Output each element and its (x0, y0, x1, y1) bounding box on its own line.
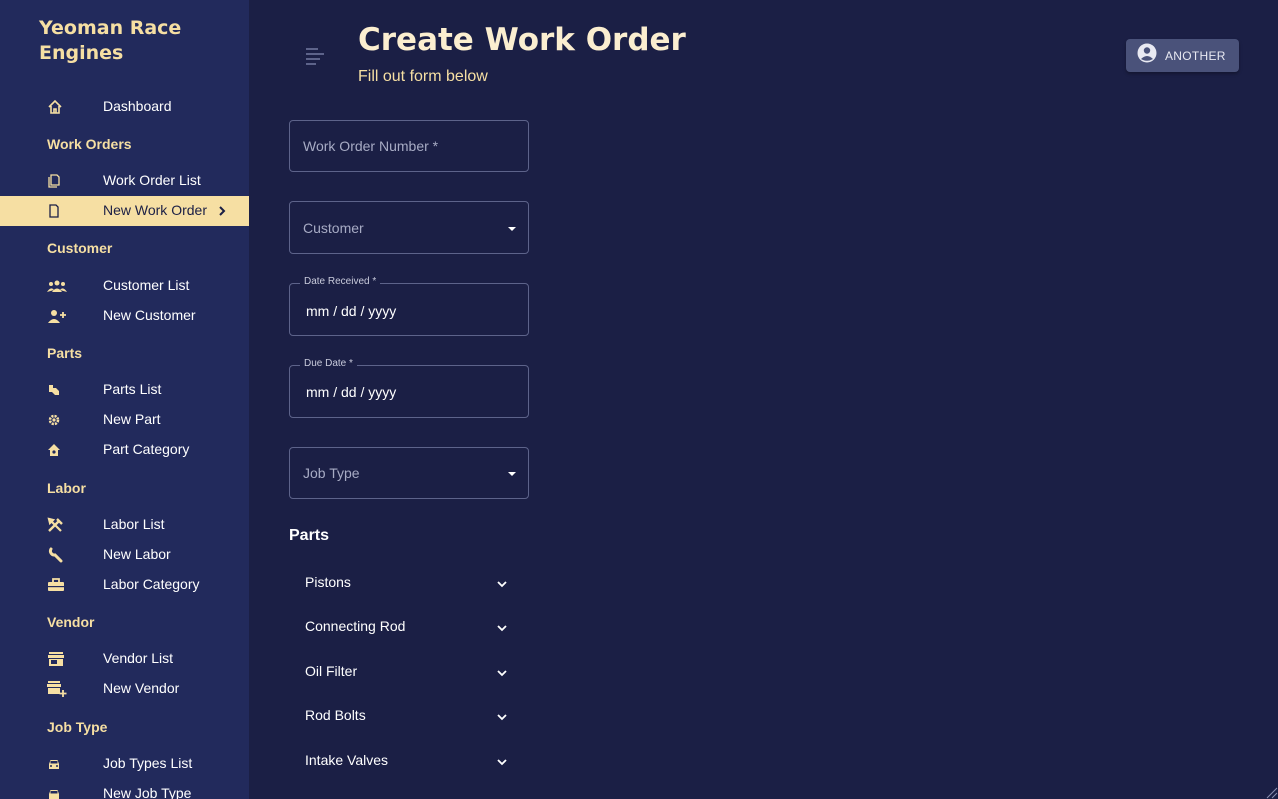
sidebar-item-new-job-type[interactable]: New Job Type (0, 779, 249, 799)
menu-icon (300, 48, 330, 74)
section-vendor: Vendor (47, 614, 95, 630)
parts-heading: Parts (289, 527, 330, 544)
due-date-input[interactable]: Due Date * mm / dd / yyyy (289, 358, 529, 418)
parts-accordion-item[interactable]: Pistons (289, 563, 529, 603)
tools-icon (47, 517, 67, 533)
page-title: Create Work Order (358, 22, 686, 58)
store-icon (47, 651, 67, 667)
documents-icon (47, 173, 67, 189)
account-circle-icon (1137, 43, 1157, 68)
section-work-orders: Work Orders (47, 136, 132, 152)
customer-placeholder: Customer (303, 220, 364, 236)
accordion-label: Rod Bolts (305, 707, 366, 723)
sidebar-item-label: New Labor (103, 546, 171, 562)
job-type-placeholder: Job Type (303, 465, 360, 481)
add-car-icon (47, 786, 67, 799)
due-date-label: Due Date * (300, 358, 357, 369)
page-subtitle: Fill out form below (358, 68, 488, 85)
home-icon (47, 99, 67, 115)
add-person-icon (47, 308, 67, 324)
section-parts: Parts (47, 345, 83, 361)
user-button-label: ANOTHER (1165, 48, 1226, 63)
sidebar-item-new-vendor[interactable]: New Vendor (0, 674, 249, 704)
chevron-down-icon (495, 710, 509, 724)
sidebar-item-labor-category[interactable]: Labor Category (0, 570, 249, 600)
category-home-icon (47, 442, 67, 458)
parts-accordion-item[interactable]: Oil Filter (289, 652, 529, 692)
car-icon (47, 756, 67, 772)
dropdown-arrow-icon (508, 472, 516, 476)
parts-accordion-item[interactable]: Rod Bolts (289, 696, 529, 736)
sidebar-item-label: Parts List (103, 381, 162, 397)
sidebar: Yeoman Race Engines Dashboard Work Order… (0, 0, 249, 799)
group-icon (47, 278, 67, 294)
document-icon (47, 203, 67, 219)
sidebar-item-label: Dashboard (103, 98, 172, 114)
chevron-down-icon (495, 755, 509, 769)
dropdown-arrow-icon (508, 227, 516, 231)
sidebar-item-parts-list[interactable]: Parts List (0, 375, 249, 405)
section-job-type: Job Type (47, 719, 108, 735)
gear-icon (47, 412, 67, 428)
parts-accordion-item[interactable]: Intake Valves (289, 741, 529, 781)
parts-accordion-item[interactable]: Connecting Rod (289, 607, 529, 647)
accordion-label: Connecting Rod (305, 618, 406, 634)
customer-select[interactable]: Customer (289, 201, 529, 254)
sidebar-item-label: Work Order List (103, 172, 201, 188)
date-received-input[interactable]: Date Received * mm / dd / yyyy (289, 276, 529, 336)
wrench-icon (47, 547, 67, 563)
add-store-icon (47, 681, 67, 697)
date-received-value: mm / dd / yyyy (306, 303, 397, 319)
menu-toggle-button[interactable] (300, 40, 330, 70)
section-labor: Labor (47, 480, 86, 496)
sidebar-item-vendor-list[interactable]: Vendor List (0, 644, 249, 674)
due-date-value: mm / dd / yyyy (306, 384, 397, 400)
date-received-label: Date Received * (300, 276, 381, 287)
accordion-label: Pistons (305, 574, 351, 590)
sidebar-item-new-part[interactable]: New Part (0, 405, 249, 435)
sidebar-item-label: Customer List (103, 277, 190, 293)
sidebar-item-label: New Job Type (103, 785, 192, 799)
accordion-label: Intake Valves (305, 752, 389, 768)
sidebar-item-label: Job Types List (103, 755, 193, 771)
section-customer: Customer (47, 240, 113, 256)
sidebar-item-label: Labor Category (103, 576, 200, 592)
resize-handle-icon[interactable] (1264, 785, 1278, 799)
engine-part-icon (47, 382, 67, 398)
sidebar-item-dashboard[interactable]: Dashboard (0, 92, 249, 122)
user-account-button[interactable]: ANOTHER (1126, 39, 1239, 72)
work-order-number-input[interactable]: Work Order Number * (289, 120, 529, 172)
work-order-number-placeholder: Work Order Number * (303, 138, 439, 154)
chevron-down-icon (495, 666, 509, 680)
sidebar-item-job-types-list[interactable]: Job Types List (0, 749, 249, 779)
sidebar-item-new-work-order[interactable]: New Work Order (0, 196, 249, 226)
sidebar-item-new-customer[interactable]: New Customer (0, 301, 249, 331)
brand-title: Yeoman Race Engines (39, 17, 182, 64)
sidebar-item-work-order-list[interactable]: Work Order List (0, 166, 249, 196)
accordion-label: Oil Filter (305, 663, 358, 679)
sidebar-item-labor-list[interactable]: Labor List (0, 510, 249, 540)
chevron-down-icon (495, 621, 509, 635)
sidebar-item-new-labor[interactable]: New Labor (0, 540, 249, 570)
toolbox-icon (47, 577, 67, 593)
sidebar-item-label: Labor List (103, 516, 165, 532)
sidebar-item-label: New Work Order (103, 202, 207, 218)
sidebar-item-label: New Vendor (103, 680, 180, 696)
sidebar-item-part-category[interactable]: Part Category (0, 435, 249, 465)
sidebar-item-label: Vendor List (103, 650, 174, 666)
sidebar-item-label: New Part (103, 411, 161, 427)
chevron-down-icon (495, 577, 509, 591)
job-type-select[interactable]: Job Type (289, 447, 529, 499)
sidebar-item-label: Part Category (103, 441, 190, 457)
chevron-right-icon (215, 204, 229, 218)
sidebar-item-customer-list[interactable]: Customer List (0, 271, 249, 301)
sidebar-item-label: New Customer (103, 307, 196, 323)
